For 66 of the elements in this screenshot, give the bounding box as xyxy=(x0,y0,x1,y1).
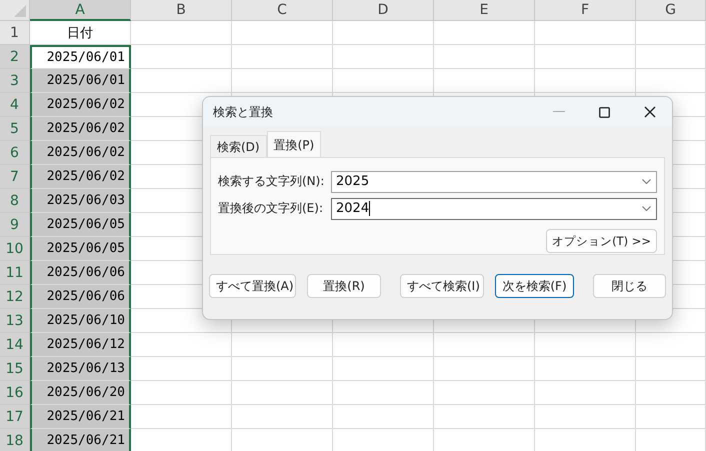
table-cell: 2025/06/13 xyxy=(30,357,131,381)
row-header[interactable]: 13 xyxy=(0,309,30,333)
row-header[interactable]: 10 xyxy=(0,237,30,261)
column-header[interactable]: F xyxy=(535,0,636,21)
row-header[interactable]: 9 xyxy=(0,213,30,237)
field-label: 置換後の文字列(E): xyxy=(218,200,324,217)
tab[interactable]: 検索(D) xyxy=(210,135,267,157)
row-header[interactable]: 12 xyxy=(0,285,30,309)
table-cell: 2025/06/02 xyxy=(30,117,131,141)
row-header[interactable]: 7 xyxy=(0,165,30,189)
maximize-icon[interactable] xyxy=(599,106,610,118)
dialog-button[interactable]: 次を検索(F) xyxy=(495,274,574,298)
row-header[interactable]: 6 xyxy=(0,141,30,165)
column-header[interactable]: A xyxy=(30,0,131,21)
table-cell xyxy=(636,357,706,381)
table-cell xyxy=(636,405,706,429)
row-header[interactable]: 4 xyxy=(0,93,30,117)
dialog-button[interactable]: 閉じる xyxy=(593,274,666,298)
dialog-button[interactable]: すべて置換(A) xyxy=(209,274,296,298)
table-cell: 2025/06/10 xyxy=(30,309,131,333)
table-cell: 2025/06/05 xyxy=(30,237,131,261)
table-cell: 2025/06/02 xyxy=(30,93,131,117)
combo-box[interactable]: 2025 xyxy=(331,170,657,192)
row-header[interactable]: 8 xyxy=(0,189,30,213)
row-header[interactable]: 3 xyxy=(0,69,30,93)
table-cell: 2025/06/02 xyxy=(30,141,131,165)
column-header[interactable]: B xyxy=(131,0,232,21)
options-button[interactable]: オプション(T) >> xyxy=(546,229,657,253)
dropdown-icon[interactable] xyxy=(642,179,651,184)
column-header[interactable]: E xyxy=(434,0,535,21)
column-header[interactable]: G xyxy=(636,0,706,21)
row-header[interactable]: 14 xyxy=(0,333,30,357)
table-cell: 2025/06/01 xyxy=(30,69,131,93)
table-cell: 2025/06/05 xyxy=(30,213,131,237)
field-label: 検索する文字列(N): xyxy=(218,173,326,190)
table-cell: 2025/06/21 xyxy=(30,405,131,429)
combo-box[interactable]: 2024 xyxy=(331,198,657,220)
table-cell: 2025/06/02 xyxy=(30,165,131,189)
column-header[interactable]: D xyxy=(333,0,434,21)
dropdown-icon[interactable] xyxy=(642,206,651,211)
tab[interactable]: 置換(P) xyxy=(266,131,322,157)
window-title: 検索と置換 xyxy=(213,104,273,120)
column-header[interactable]: C xyxy=(232,0,333,21)
dialog-button[interactable]: 置換(R) xyxy=(307,274,381,298)
close-icon[interactable] xyxy=(644,106,656,118)
row-header[interactable]: 11 xyxy=(0,261,30,285)
row-header[interactable]: 5 xyxy=(0,117,30,141)
row-header[interactable]: 2 xyxy=(0,45,30,69)
table-cell xyxy=(636,381,706,405)
table-cell: 2025/06/21 xyxy=(30,429,131,451)
table-cell: 2025/06/12 xyxy=(30,333,131,357)
table-cell: 2025/06/20 xyxy=(30,381,131,405)
row-header[interactable]: 17 xyxy=(0,405,30,429)
row-header[interactable]: 1 xyxy=(0,21,30,45)
table-cell xyxy=(636,333,706,357)
table-cell: 2025/06/06 xyxy=(30,285,131,309)
dialog-button[interactable]: すべて検索(I) xyxy=(400,274,484,298)
row-header[interactable]: 16 xyxy=(0,381,30,405)
table-cell xyxy=(636,21,706,45)
table-cell: 2025/06/01 xyxy=(30,45,131,69)
table-cell: 2025/06/03 xyxy=(30,189,131,213)
table-cell xyxy=(636,45,706,69)
table-cell: 2025/06/06 xyxy=(30,261,131,285)
row-header[interactable]: 15 xyxy=(0,357,30,381)
row-header[interactable]: 18 xyxy=(0,429,30,451)
table-cell xyxy=(636,69,706,93)
